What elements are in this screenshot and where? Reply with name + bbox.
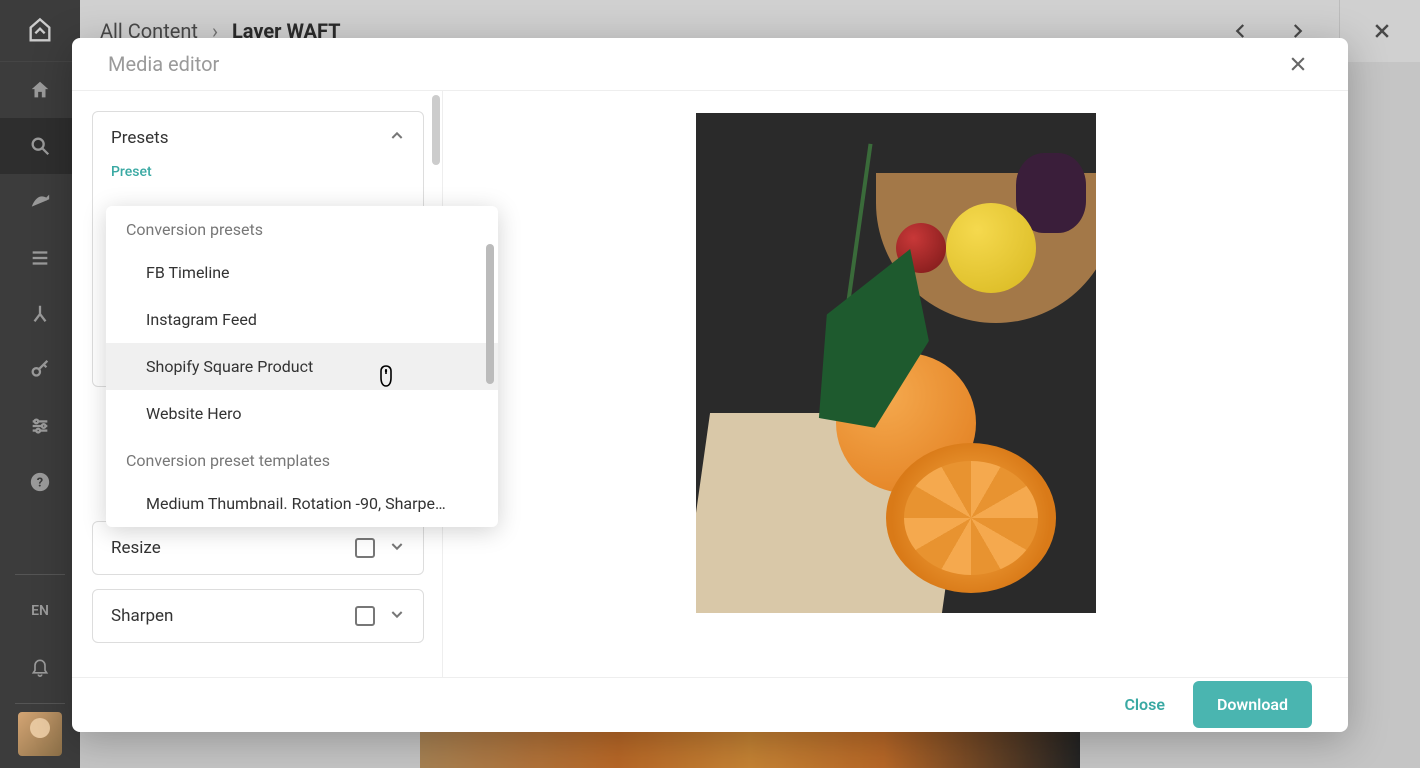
nav-help[interactable]: ?: [0, 454, 80, 510]
language-label: EN: [31, 603, 49, 619]
nav-list[interactable]: [0, 230, 80, 286]
chevron-down-icon: [389, 606, 405, 626]
preview-image: [696, 113, 1096, 613]
presets-panel-title: Presets: [111, 128, 168, 148]
dropdown-group-conversion-preset-templates: Conversion preset templates: [106, 437, 498, 480]
key-icon: [29, 359, 51, 381]
nav-search[interactable]: [0, 118, 80, 174]
resize-checkbox[interactable]: [355, 538, 375, 558]
sharpen-panel-header[interactable]: Sharpen: [93, 590, 423, 642]
chevron-up-icon: [389, 128, 405, 148]
close-button[interactable]: Close: [1124, 695, 1165, 714]
resize-panel: Resize: [92, 521, 424, 575]
chevron-down-icon: [389, 538, 405, 558]
nav-notifications[interactable]: [0, 639, 80, 695]
sharpen-panel: Sharpen: [92, 589, 424, 643]
modal-title: Media editor: [108, 52, 219, 76]
nav-home[interactable]: [0, 62, 80, 118]
preset-field-label: Preset: [111, 164, 405, 180]
sidebar-scrollbar[interactable]: [432, 95, 440, 165]
dropdown-group-conversion-presets: Conversion presets: [106, 206, 498, 249]
nav-settings[interactable]: [0, 398, 80, 454]
download-button[interactable]: Download: [1193, 681, 1312, 728]
preset-option-fb-timeline[interactable]: FB Timeline: [106, 249, 498, 296]
app-logo[interactable]: [0, 0, 80, 62]
resize-panel-title: Resize: [111, 538, 161, 558]
preset-option-medium-thumbnail[interactable]: Medium Thumbnail. Rotation -90, Sharpe…: [106, 480, 498, 527]
preview-area: [443, 91, 1348, 677]
bell-icon: [30, 657, 50, 677]
sharpen-panel-title: Sharpen: [111, 606, 173, 626]
home-icon: [29, 79, 51, 101]
nav-key[interactable]: [0, 342, 80, 398]
nav-share[interactable]: [0, 174, 80, 230]
resize-panel-header[interactable]: Resize: [93, 522, 423, 574]
modal-close-button[interactable]: [1284, 50, 1312, 78]
nav-language[interactable]: EN: [0, 583, 80, 639]
branch-icon: [29, 303, 51, 325]
close-icon: [1288, 54, 1308, 74]
share-icon: [29, 191, 51, 213]
preset-option-shopify-square-product[interactable]: Shopify Square Product: [106, 343, 498, 390]
list-icon: [29, 247, 51, 269]
preset-option-website-hero[interactable]: Website Hero: [106, 390, 498, 437]
user-avatar[interactable]: [18, 712, 62, 756]
presets-panel-header[interactable]: Presets: [93, 112, 423, 164]
svg-text:?: ?: [37, 476, 43, 491]
search-icon: [29, 135, 51, 157]
help-icon: ?: [29, 471, 51, 493]
dropdown-scrollbar[interactable]: [486, 244, 494, 384]
sliders-icon: [29, 415, 51, 437]
sharpen-checkbox[interactable]: [355, 606, 375, 626]
nav-branches[interactable]: [0, 286, 80, 342]
left-nav-rail: ? EN: [0, 0, 80, 768]
preset-option-instagram-feed[interactable]: Instagram Feed: [106, 296, 498, 343]
preset-dropdown: Conversion presets FB Timeline Instagram…: [106, 206, 498, 527]
